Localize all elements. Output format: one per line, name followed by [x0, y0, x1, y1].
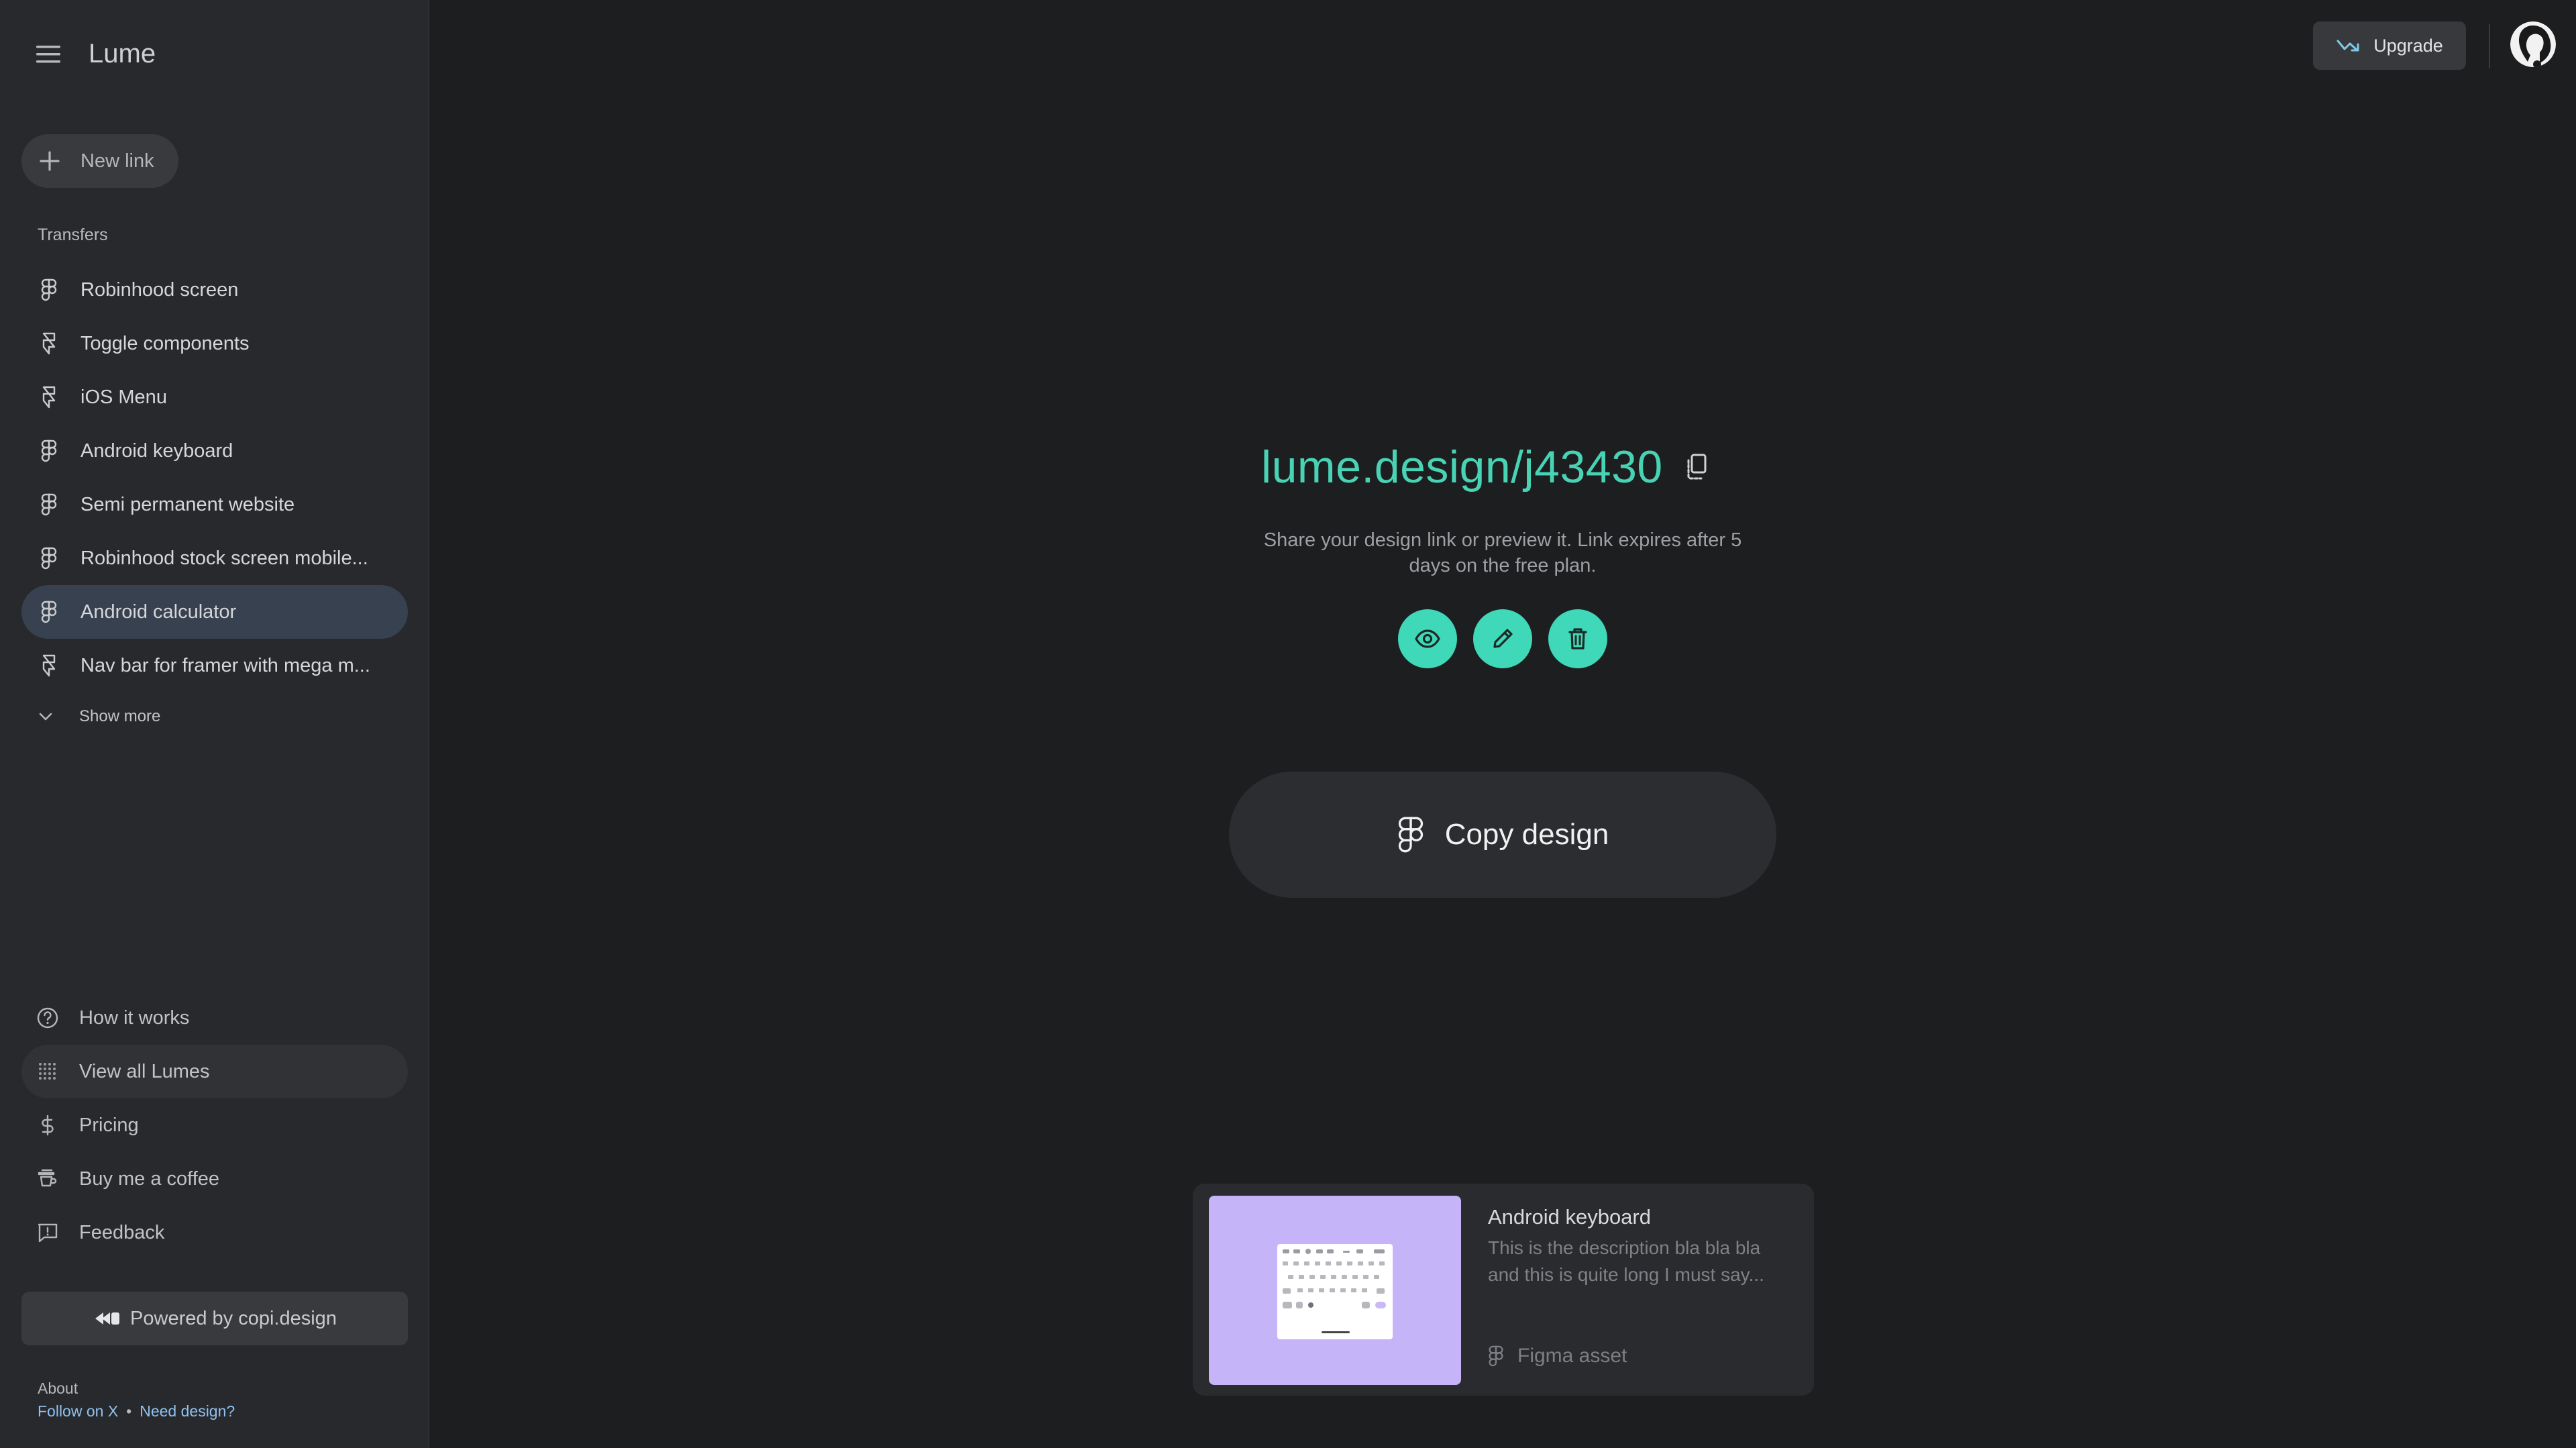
- how-it-works-link[interactable]: How it works: [21, 991, 408, 1045]
- need-design-link[interactable]: Need design?: [140, 1402, 235, 1420]
- copy-design-label: Copy design: [1444, 818, 1609, 851]
- asset-description: This is the description bla bla bla and …: [1488, 1237, 1764, 1285]
- figma-icon: [1397, 816, 1425, 854]
- framer-icon: [39, 332, 59, 355]
- app-title: Lume: [89, 39, 156, 68]
- transfer-item-label: iOS Menu: [80, 386, 167, 408]
- avatar[interactable]: [2510, 21, 2556, 67]
- copy-design-button[interactable]: Copy design: [1229, 772, 1776, 898]
- transfer-item[interactable]: Android keyboard: [21, 424, 408, 478]
- transfer-item[interactable]: Robinhood stock screen mobile...: [21, 531, 408, 585]
- trash-icon: [1564, 625, 1591, 652]
- transfer-item-label: Android calculator: [80, 601, 237, 623]
- eye-icon: [1414, 625, 1441, 652]
- transfer-item-label: Toggle components: [80, 332, 250, 354]
- transfer-item[interactable]: Nav bar for framer with mega m...: [21, 639, 408, 692]
- about-link[interactable]: About: [38, 1380, 78, 1398]
- view-all-lumes-link[interactable]: View all Lumes: [21, 1045, 408, 1098]
- buy-coffee-label: Buy me a coffee: [79, 1168, 220, 1190]
- feedback-label: Feedback: [79, 1221, 165, 1243]
- transfer-item[interactable]: Semi permanent website: [21, 478, 408, 531]
- sidebar: Lume New link Transfers Robinhood screen…: [0, 0, 429, 1448]
- edit-button[interactable]: [1473, 609, 1532, 668]
- powered-by-button[interactable]: Powered by copi.design: [21, 1292, 408, 1345]
- figma-icon: [39, 601, 59, 623]
- share-description: Share your design link or preview it. Li…: [1263, 529, 1742, 576]
- figma-icon: [1488, 1345, 1504, 1367]
- transfer-item-label: Robinhood screen: [80, 278, 239, 301]
- pencil-icon: [1489, 625, 1516, 652]
- asset-card[interactable]: Android keyboard This is the description…: [1193, 1184, 1814, 1396]
- asset-title: Android keyboard: [1488, 1205, 1651, 1229]
- asset-type-label: Figma asset: [1517, 1345, 1627, 1367]
- plus-icon: [38, 149, 62, 173]
- transfer-item-label: Nav bar for framer with mega m...: [80, 654, 370, 676]
- asset-type: Figma asset: [1488, 1345, 1627, 1367]
- copy-icon[interactable]: [1683, 452, 1710, 482]
- show-more-button[interactable]: Show more: [38, 707, 160, 726]
- pricing-label: Pricing: [79, 1114, 139, 1136]
- buy-coffee-link[interactable]: Buy me a coffee: [21, 1152, 408, 1206]
- figma-icon: [39, 439, 59, 462]
- feedback-icon: [36, 1221, 59, 1244]
- section-label-transfers: Transfers: [38, 225, 108, 244]
- transfer-item[interactable]: Robinhood screen: [21, 263, 408, 317]
- figma-icon: [39, 278, 59, 301]
- chevron-down-icon: [38, 711, 54, 722]
- new-link-label: New link: [80, 150, 154, 172]
- help-circle-icon: [36, 1006, 59, 1029]
- new-link-button[interactable]: New link: [21, 134, 178, 188]
- figma-icon: [39, 493, 59, 516]
- separator-dot: •: [126, 1402, 132, 1420]
- transfer-item-label: Semi permanent website: [80, 493, 295, 515]
- link-actions: [1398, 609, 1623, 668]
- asset-thumbnail: [1209, 1196, 1461, 1385]
- transfer-item-active[interactable]: Android calculator: [21, 585, 408, 639]
- view-all-lumes-label: View all Lumes: [79, 1060, 210, 1082]
- follow-on-x-link[interactable]: Follow on X: [38, 1402, 118, 1420]
- grid-icon: [36, 1060, 59, 1083]
- feedback-link[interactable]: Feedback: [21, 1206, 408, 1259]
- coffee-icon: [36, 1168, 59, 1190]
- framer-icon: [39, 654, 59, 677]
- share-link-row: lume.design/j43430: [1261, 440, 1811, 494]
- how-it-works-label: How it works: [79, 1006, 190, 1029]
- upgrade-button[interactable]: Upgrade: [2313, 21, 2466, 70]
- preview-button[interactable]: [1398, 609, 1457, 668]
- transfer-item-label: Android keyboard: [80, 439, 233, 462]
- upgrade-label: Upgrade: [2373, 35, 2443, 56]
- transfers-list: Robinhood screen Toggle components iOS M…: [21, 263, 408, 692]
- footer-links: Follow on X • Need design?: [38, 1402, 235, 1420]
- bottom-nav: How it works View all Lumes Pricing Buy …: [21, 991, 408, 1259]
- trend-up-icon: [2336, 38, 2361, 54]
- share-link[interactable]: lume.design/j43430: [1261, 440, 1663, 494]
- framer-icon: [39, 386, 59, 409]
- copi-logo-icon: [93, 1310, 122, 1327]
- dollar-icon: [36, 1114, 59, 1137]
- show-more-label: Show more: [79, 707, 161, 725]
- powered-by-label: Powered by copi.design: [130, 1307, 337, 1329]
- figma-icon: [39, 547, 59, 570]
- menu-icon[interactable]: [35, 44, 62, 64]
- delete-button[interactable]: [1548, 609, 1607, 668]
- transfer-item-label: Robinhood stock screen mobile...: [80, 547, 368, 569]
- pricing-link[interactable]: Pricing: [21, 1098, 408, 1152]
- transfer-item[interactable]: Toggle components: [21, 317, 408, 370]
- header-divider: [2489, 24, 2490, 68]
- transfer-item[interactable]: iOS Menu: [21, 370, 408, 424]
